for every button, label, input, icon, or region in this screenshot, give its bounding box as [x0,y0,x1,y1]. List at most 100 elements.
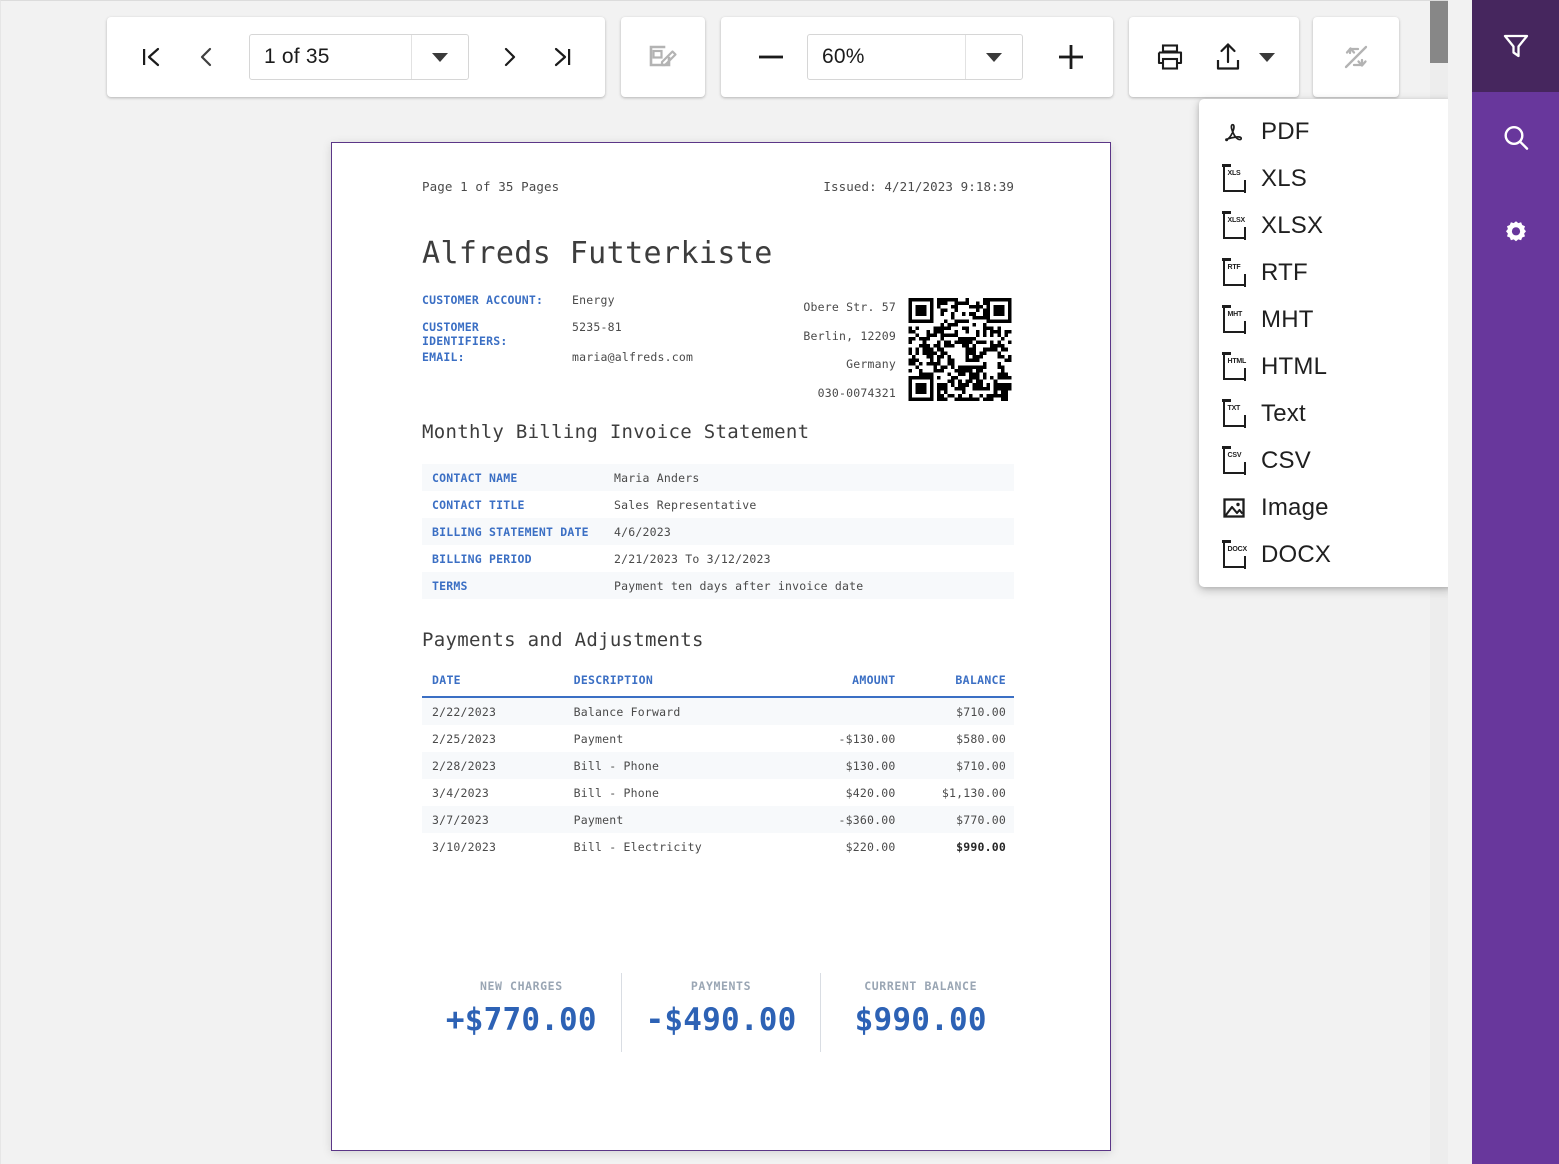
company-name: Alfreds Futterkiste [422,236,773,271]
summary-value: $990.00 [854,1002,987,1038]
email-value: maria@alfreds.com [572,350,694,364]
document-header-line: Page 1 of 35 Pages Issued: 4/21/2023 9:1… [422,179,1014,194]
export-format-menu[interactable]: PDF XLS XLS XLSX XLSX RTF RTF MHT MHT HTML HTML TXT… [1199,99,1448,587]
column-header-date: DATE [422,673,574,698]
info-key: BILLING STATEMENT DATE [432,524,589,539]
multipage-off-icon [1344,45,1368,69]
table-header-row: DATE DESCRIPTION AMOUNT BALANCE [422,673,1014,698]
gear-icon [1505,221,1526,242]
next-page-button[interactable] [493,37,527,77]
export-menu-item-docx[interactable]: DOCX DOCX [1199,531,1448,578]
cell-description: Balance Forward [573,704,681,719]
cell-balance: $770.00 [956,812,1006,827]
address-line: Germany [846,357,896,371]
file-outline: RTF [1221,258,1247,287]
export-menu-item-label: CSV [1261,446,1311,474]
vertical-scrollbar-thumb[interactable] [1430,1,1448,63]
cell-amount [791,697,910,725]
chevron-down-icon [1259,52,1275,62]
export-menu-item-rtf[interactable]: RTF RTF [1199,249,1448,296]
table-row: BILLING PERIOD 2/21/2023 To 3/12/2023 [422,545,1014,572]
print-button[interactable] [1148,35,1192,79]
rail-filter[interactable] [1472,0,1559,92]
summary-cell: PAYMENTS -$490.00 [620,973,821,1052]
cell-description: Payment [573,731,624,746]
email-label: EMAIL: [422,350,465,364]
export-dropdown-button[interactable] [1254,35,1280,79]
image-icon [1219,493,1249,523]
export-menu-item-label: MHT [1261,305,1314,333]
print-icon [1157,44,1183,70]
file-outline: TXT [1221,399,1247,428]
last-page-button[interactable] [545,37,579,77]
edit-document-button[interactable] [646,40,680,74]
export-menu-item-label: Image [1261,493,1329,521]
first-page-button[interactable] [135,37,169,77]
docx-file-icon: DOCX [1219,540,1249,570]
cell-date: 2/28/2023 [432,758,497,773]
zoom-level-dropdown-button[interactable] [965,35,1022,79]
table-row: BILLING STATEMENT DATE 4/6/2023 [422,518,1014,545]
cell-date: 2/22/2023 [432,704,497,719]
customer-identifiers-label: CUSTOMER IDENTIFIERS: [422,320,508,348]
qr-code [908,298,1012,401]
cell-balance: $1,130.00 [941,785,1006,800]
page-number-dropdown-button[interactable] [411,35,468,79]
xlsx-file-icon: XLSX [1219,211,1249,241]
txt-file-icon: TXT [1219,399,1249,429]
export-group [1129,17,1299,97]
table-row: 2/22/2023 Balance Forward $710.00 [422,697,1014,725]
file-extension-label: TXT [1227,405,1241,412]
chevron-down-icon [432,52,448,62]
summary-totals: NEW CHARGES +$770.00 PAYMENTS -$490.00 CURRE… [422,973,1020,1052]
cell-balance: $990.00 [956,839,1006,854]
file-outline: MHT [1221,305,1247,334]
rtf-file-icon: RTF [1219,258,1249,288]
export-menu-item-xlsx[interactable]: XLSX XLSX [1199,202,1448,249]
export-menu-item-label: HTML [1261,352,1328,380]
file-extension-label: MHT [1227,311,1243,318]
cell-date: 2/25/2023 [432,731,497,746]
table-row: 2/25/2023 Payment -$130.00 $580.00 [422,725,1014,752]
table-row: CONTACT NAME Maria Anders [422,464,1014,491]
column-header-description: DESCRIPTION [573,673,791,698]
export-button[interactable] [1208,35,1248,79]
edit-document-icon [649,45,677,67]
previous-page-button[interactable] [189,37,223,77]
summary-cell: CURRENT BALANCE $990.00 [820,973,1020,1052]
export-menu-item-pdf[interactable]: PDF [1199,108,1448,155]
page-number-value[interactable]: 1 of 35 [250,35,411,79]
file-outline: XLSX [1221,211,1247,240]
rail-settings[interactable] [1472,184,1559,276]
page-number-combo[interactable]: 1 of 35 [249,34,469,80]
export-menu-item-csv[interactable]: CSV CSV [1199,437,1448,484]
zoom-in-button[interactable] [1051,37,1091,77]
export-menu-item-image[interactable]: Image [1199,484,1448,531]
file-outline: HTML [1221,352,1246,381]
info-key: BILLING PERIOD [432,551,532,566]
zoom-level-combo[interactable]: 60% [807,34,1023,80]
toggle-multipage-button[interactable] [1339,40,1373,74]
cell-description: Bill - Electricity [573,839,702,854]
export-menu-item-text[interactable]: TXT Text [1199,390,1448,437]
summary-cell: NEW CHARGES +$770.00 [422,973,621,1052]
filter-icon [1503,34,1528,58]
zoom-out-button[interactable] [751,37,791,77]
info-value: 4/6/2023 [614,524,671,539]
search-icon [1503,125,1528,150]
cell-amount: $130.00 [845,758,896,773]
billing-info-table: CONTACT NAME Maria Anders CONTACT TITLE Sal… [422,464,1014,599]
info-key: CONTACT NAME [432,470,518,485]
cell-date: 3/4/2023 [432,785,489,800]
export-menu-item-label: DOCX [1261,540,1332,568]
export-menu-item-label: Text [1261,399,1306,427]
export-menu-item-html[interactable]: HTML HTML [1199,343,1448,390]
export-menu-item-xls[interactable]: XLS XLS [1199,155,1448,202]
rail-search[interactable] [1472,92,1559,184]
column-header-amount: AMOUNT [790,673,910,698]
export-menu-item-mht[interactable]: MHT MHT [1199,296,1448,343]
document-content: Page 1 of 35 Pages Issued: 4/21/2023 9:1… [422,179,1014,860]
zoom-level-value[interactable]: 60% [808,35,965,79]
file-extension-label: XLSX [1227,217,1246,224]
cell-date: 3/7/2023 [432,812,489,827]
